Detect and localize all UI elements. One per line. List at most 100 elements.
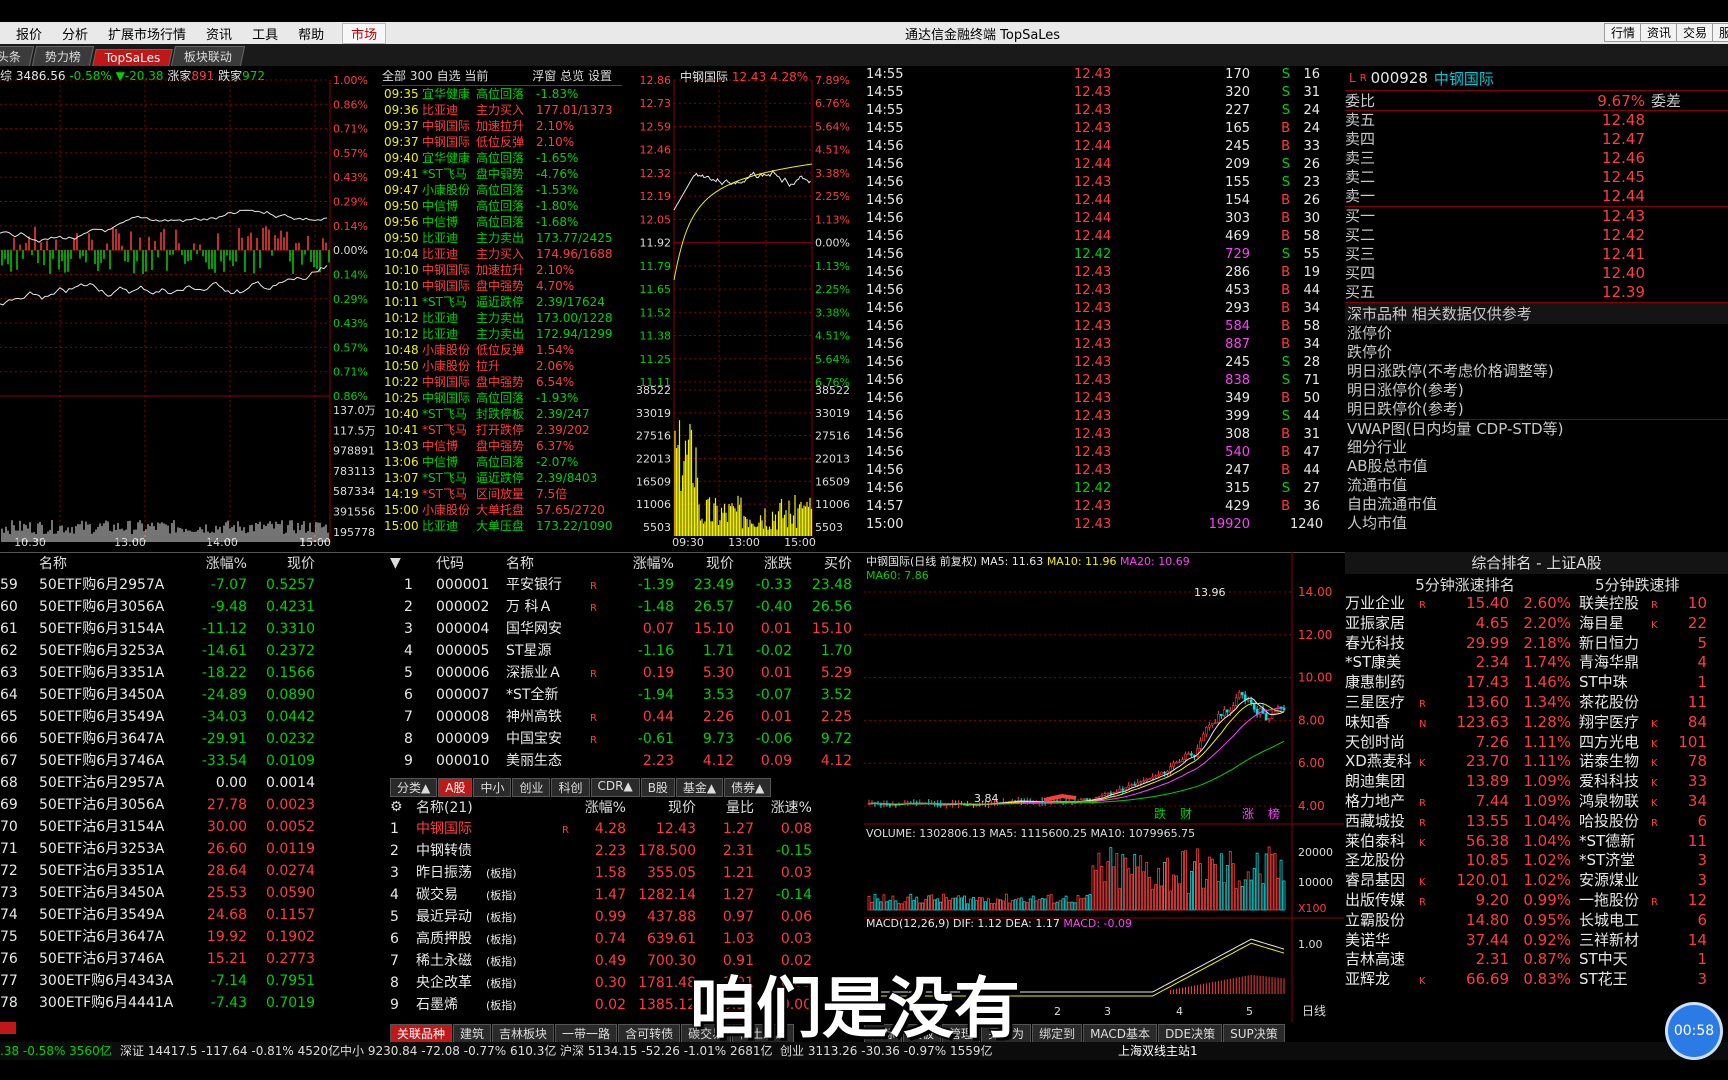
bid-row[interactable]: 买三 12.41	[1345, 245, 1728, 264]
event-mark[interactable]: 涨	[1242, 806, 1254, 821]
rank-row[interactable]: 莱伯泰科 K 56.38 1.04% *ST德新 11	[1345, 832, 1728, 852]
radar-item[interactable]: 09:56 中信博 高位回落 -1.68%	[382, 214, 622, 230]
stock-tab[interactable]: 科创	[551, 778, 590, 797]
related-row[interactable]: 6 高质押股 (板指) 0.74 639.61 1.03 0.03	[390, 928, 864, 950]
etf-row[interactable]: 61 50ETF购6月3154A -11.12 0.3310	[0, 618, 380, 640]
stock-row[interactable]: 7 000008 神州高铁 R 0.44 2.26 0.01 2.25	[390, 706, 864, 728]
etf-row[interactable]: 73 50ETF沽6月3450A 25.53 0.0590	[0, 882, 380, 904]
rank-row[interactable]: 亚辉龙 K 66.69 0.83% ST花王 3	[1345, 970, 1728, 990]
gear-icon[interactable]: ⚙	[390, 799, 416, 815]
timer-badge[interactable]: 00:58	[1668, 1005, 1720, 1057]
period-label[interactable]: 日线	[1302, 1004, 1326, 1018]
rank-row[interactable]: 万业企业 R 15.40 2.60% 联美控股 R 10	[1345, 594, 1728, 614]
rank-row[interactable]: 出版传媒 R 9.20 0.99% 一拖股份 R 12	[1345, 891, 1728, 911]
stock-row[interactable]: 4 000005 ST星源 -1.16 1.71 -0.02 1.70	[390, 640, 864, 662]
etf-row[interactable]: 71 50ETF沽6月3253A 26.60 0.0119	[0, 838, 380, 860]
rank-row[interactable]: 美诺华 37.44 0.92% 三祥新材 14	[1345, 931, 1728, 951]
quote-button[interactable]: 行情	[1604, 23, 1643, 42]
radar-item[interactable]: 15:00 比亚迪 大单压盘 173.22/1090	[382, 518, 622, 534]
stock-row[interactable]: 3 000004 国华网安 0.07 15.10 0.01 15.10	[390, 618, 864, 640]
radar-item[interactable]: 10:04 比亚迪 主力买入 174.96/1688	[382, 246, 622, 262]
rank-row[interactable]: 三星医疗 R 13.60 1.34% 茶花股份 11	[1345, 693, 1728, 713]
rank-row[interactable]: 吉林高速 2.31 0.87% ST中天 1	[1345, 950, 1728, 970]
related-tab[interactable]: 关联品种	[390, 1024, 453, 1043]
rank-row[interactable]: 味知香 N 123.63 1.28% 翔宇医疗 K 84	[1345, 713, 1728, 733]
bid-row[interactable]: 买四 12.40	[1345, 264, 1728, 283]
menu-analysis[interactable]: 分析	[52, 24, 98, 43]
ask-row[interactable]: 卖一 12.44	[1345, 187, 1728, 206]
rank-row[interactable]: 西藏城投 R 13.55 1.04% 哈投股份 R 6	[1345, 812, 1728, 832]
market-button[interactable]: 市场	[342, 22, 387, 44]
related-tab[interactable]: 吉林板块	[492, 1024, 555, 1043]
rank-row[interactable]: 圣龙股份 10.85 1.02% *ST济堂 3	[1345, 851, 1728, 871]
radar-item[interactable]: 10:22 中钢国际 盘中强势 6.54%	[382, 374, 622, 390]
etf-row[interactable]: 75 50ETF沽6月3647A 19.92 0.1902	[0, 926, 380, 948]
radar-item[interactable]: 10:12 比亚迪 主力卖出 172.94/1299	[382, 326, 622, 342]
radar-settings[interactable]: 设置	[588, 69, 612, 83]
menu-news[interactable]: 资讯	[196, 24, 242, 43]
event-mark[interactable]: 榜	[1268, 806, 1280, 821]
menu-ext-market[interactable]: 扩展市场行情	[98, 24, 196, 43]
radar-item[interactable]: 10:48 小康股份 低位反弹 1.54%	[382, 342, 622, 358]
related-row[interactable]: 2 中钢转债 2.23 178.500 2.31 -0.15	[390, 840, 864, 862]
menu-quote[interactable]: 报价	[6, 24, 52, 43]
radar-item[interactable]: 09:40 宜华健康 高位回落 -1.65%	[382, 150, 622, 166]
radar-item[interactable]: 10:50 小康股份 拉升 2.06%	[382, 358, 622, 374]
stock-tab[interactable]: A股	[438, 778, 473, 797]
radar-300[interactable]: 300	[410, 69, 433, 83]
stock-tab[interactable]: 创业	[512, 778, 551, 797]
etf-row[interactable]: 66 50ETF购6月3647A -29.91 0.0232	[0, 728, 380, 750]
service-button[interactable]: 服	[1712, 23, 1728, 42]
radar-item[interactable]: 10:10 中钢国际 加速拉升 2.10%	[382, 262, 622, 278]
ask-row[interactable]: 卖五 12.48	[1345, 111, 1728, 130]
rank-row[interactable]: *ST康美 2.34 1.74% 青海华鼎 4	[1345, 653, 1728, 673]
radar-float[interactable]: 浮窗	[532, 69, 556, 83]
stock-tab[interactable]: CDR▲	[590, 778, 640, 797]
kline-tab[interactable]: DDE决策	[1158, 1024, 1223, 1043]
scroll-marker[interactable]	[0, 1022, 16, 1034]
rank-row[interactable]: 康惠制药 17.43 1.46% ST中珠 1	[1345, 673, 1728, 693]
ask-row[interactable]: 卖二 12.45	[1345, 168, 1728, 187]
etf-row[interactable]: 65 50ETF购6月3549A -34.03 0.0442	[0, 706, 380, 728]
ask-row[interactable]: 卖三 12.46	[1345, 149, 1728, 168]
radar-item[interactable]: 09:37 中钢国际 低位反弹 2.10%	[382, 134, 622, 150]
news-button[interactable]: 资讯	[1640, 23, 1679, 42]
radar-item[interactable]: 09:37 中钢国际 加速拉升 2.10%	[382, 118, 622, 134]
radar-item[interactable]: 09:47 小康股份 高位回落 -1.53%	[382, 182, 622, 198]
stock-row[interactable]: 9 000010 美丽生态 2.23 4.12 0.09 4.12	[390, 750, 864, 772]
radar-item[interactable]: 13:07 *ST飞马 逼近跌停 2.39/8403	[382, 470, 622, 486]
radar-item[interactable]: 13:03 中信博 盘中强势 6.37%	[382, 438, 622, 454]
stock-row[interactable]: 2 000002 万 科Ａ R -1.48 26.57 -0.40 26.56	[390, 596, 864, 618]
radar-item[interactable]: 09:50 比亚迪 主力卖出 173.77/2425	[382, 230, 622, 246]
trade-button[interactable]: 交易	[1676, 23, 1715, 42]
rank-row[interactable]: 睿昂基因 K 120.01 1.02% 安源煤业 3	[1345, 871, 1728, 891]
related-row[interactable]: 3 昨日振荡 (板指) 1.58 355.05 1.21 0.03	[390, 862, 864, 884]
rank-row[interactable]: XD燕麦科 K 23.70 1.11% 诺泰生物 K 78	[1345, 752, 1728, 772]
radar-item[interactable]: 10:12 比亚迪 主力卖出 173.00/1228	[382, 310, 622, 326]
radar-item[interactable]: 10:11 *ST飞马 逼近跌停 2.39/17624	[382, 294, 622, 310]
bid-row[interactable]: 买一 12.43	[1345, 207, 1728, 226]
menu-help[interactable]: 帮助	[288, 24, 334, 43]
radar-item[interactable]: 09:41 *ST飞马 盘中弱势 -4.76%	[382, 166, 622, 182]
rank-row[interactable]: 朗迪集团 13.89 1.09% 爱科科技 K 33	[1345, 772, 1728, 792]
rank-row[interactable]: 立霸股份 14.80 0.95% 长城电工 6	[1345, 911, 1728, 931]
radar-item[interactable]: 10:40 *ST飞马 封跌停板 2.39/247	[382, 406, 622, 422]
etf-row[interactable]: 60 50ETF购6月3056A -9.48 0.4231	[0, 596, 380, 618]
tab-sector-link[interactable]: 板块联动	[171, 46, 246, 66]
tab-power-rank[interactable]: 势力榜	[31, 46, 95, 66]
related-row[interactable]: 4 碳交易 (板指) 1.47 1282.14 1.27 -0.14	[390, 884, 864, 906]
etf-row[interactable]: 72 50ETF沽6月3351A 28.64 0.0274	[0, 860, 380, 882]
rank-row[interactable]: 天创时尚 7.26 1.11% 四方光电 K 101	[1345, 733, 1728, 753]
etf-row[interactable]: 63 50ETF购6月3351A -18.22 0.1566	[0, 662, 380, 684]
stock-tab[interactable]: 分类▲	[390, 778, 438, 797]
radar-item[interactable]: 10:10 中钢国际 盘中强势 4.70%	[382, 278, 622, 294]
radar-all[interactable]: 全部	[382, 69, 406, 83]
ask-row[interactable]: 卖四 12.47	[1345, 130, 1728, 149]
related-tab[interactable]: 一带一路	[555, 1024, 618, 1043]
kline-tab[interactable]: MACD基本	[1083, 1024, 1158, 1043]
bid-row[interactable]: 买五 12.39	[1345, 283, 1728, 302]
stock-tab[interactable]: 债券▲	[724, 778, 772, 797]
event-mark[interactable]: 跌	[1154, 806, 1166, 821]
stock-row[interactable]: 1 000001 平安银行 R -1.39 23.49 -0.33 23.48	[390, 574, 864, 596]
related-row[interactable]: 5 最近异动 (板指) 0.99 437.88 0.97 0.06	[390, 906, 864, 928]
